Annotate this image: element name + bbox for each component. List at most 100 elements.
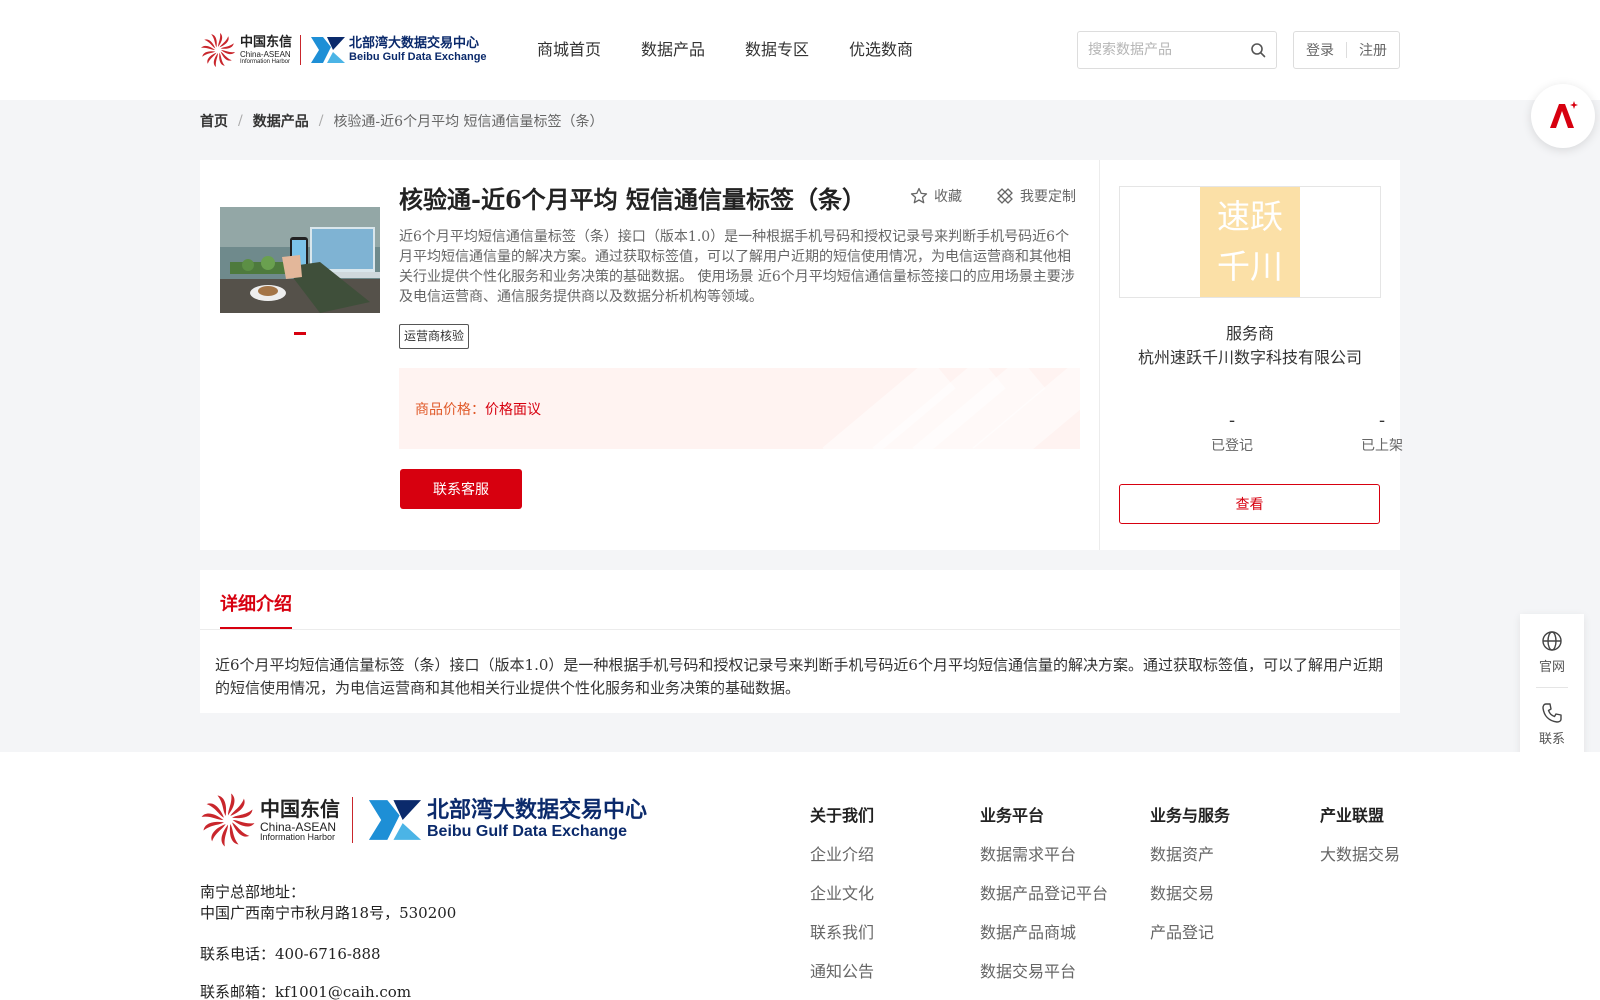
vendor-logo: 速跃 千川 <box>1200 187 1300 297</box>
footer-column-alliance: 产业联盟 大数据交易 <box>1320 802 1400 883</box>
footer-link[interactable]: 数据产品登记平台 <box>980 883 1108 904</box>
nav-item-home[interactable]: 商城首页 <box>537 36 601 60</box>
footer-link[interactable]: 企业介绍 <box>810 844 874 865</box>
email-info: 联系邮箱：kf1001@caih.com <box>200 983 412 1000</box>
globe-icon <box>1542 631 1562 651</box>
vendor-role: 服务商 <box>1225 324 1274 343</box>
search-input[interactable] <box>1078 32 1238 68</box>
phone-icon <box>1542 703 1562 723</box>
favorite-label: 收藏 <box>934 189 962 205</box>
logo-bg-line2: Beibu Gulf Data Exchange <box>349 51 487 63</box>
footer-link[interactable]: 大数据交易 <box>1320 844 1400 865</box>
registered-label: 已登记 <box>1211 438 1253 454</box>
star-icon <box>910 187 928 204</box>
footer-link[interactable]: 数据交易 <box>1150 883 1230 904</box>
footer-column-services: 业务与服务 数据资产 数据交易 产品登记 <box>1150 802 1230 961</box>
detail-body: 近6个月平均短信通信量标签（条）接口（版本1.0）是一种根据手机号码和授权记录号… <box>215 656 1383 697</box>
vendor-logo-line2: 千川 <box>1217 247 1283 286</box>
footer-column-title: 产业联盟 <box>1320 806 1385 825</box>
register-link[interactable]: 注册 <box>1359 40 1387 60</box>
logo-cn-line2: China-ASEAN <box>240 49 291 59</box>
footer-column-title: 关于我们 <box>810 806 875 825</box>
breadcrumb-products[interactable]: 数据产品 <box>253 111 309 131</box>
china-asean-logo-icon <box>201 793 255 847</box>
footer-contact-info: 南宁总部地址： 中国广西南宁市秋月路18号，530200 联系电话：400-67… <box>200 882 456 1000</box>
floating-toolbar: 官网 联系 <box>1520 614 1584 759</box>
search-icon[interactable] <box>1250 42 1266 58</box>
login-link[interactable]: 登录 <box>1306 40 1334 60</box>
site-logo[interactable]: 中国东信 China-ASEAN Information Harbor 北部湾大… <box>200 30 487 70</box>
logo-divider <box>300 35 302 65</box>
phone-info: 联系电话：400-6716-888 <box>200 945 381 963</box>
breadcrumb-current: 核验通-近6个月平均 短信通信量标签（条） <box>333 114 604 130</box>
ai-assistant-icon <box>1550 101 1578 128</box>
tab-detail[interactable]: 详细介绍 <box>220 590 292 616</box>
customize-icon <box>997 188 1013 204</box>
china-asean-wordmark: 中国东信 China-ASEAN Information Harbor <box>240 36 292 65</box>
breadcrumb-home[interactable]: 首页 <box>200 111 228 131</box>
detail-panel: 详细介绍 近6个月平均短信通信量标签（条）接口（版本1.0）是一种根据手机号码和… <box>200 570 1400 713</box>
contact-link[interactable]: 联系 <box>1520 702 1584 747</box>
listed-stat: - 已上架 <box>1342 410 1422 455</box>
search-box <box>1077 31 1277 69</box>
footer-link[interactable]: 数据资产 <box>1150 844 1230 865</box>
footer-link[interactable]: 产品登记 <box>1150 922 1230 943</box>
footer-logo-cn-line1: 中国东信 <box>260 796 340 821</box>
footer-link[interactable]: 企业文化 <box>810 883 874 904</box>
nav-item-zone[interactable]: 数据专区 <box>745 36 809 60</box>
site-footer: 中国东信 China-ASEAN Information Harbor 北部湾大… <box>0 752 1600 1000</box>
logo-cn-line1: 中国东信 <box>240 34 293 50</box>
footer-link[interactable]: 通知公告 <box>810 961 874 982</box>
product-description: 近6个月平均短信通信量标签（条）接口（版本1.0）是一种根据手机号码和授权记录号… <box>399 229 1075 305</box>
footer-column-title: 业务平台 <box>980 806 1045 825</box>
price-value: 价格面议 <box>485 402 541 418</box>
website-link[interactable]: 官网 <box>1520 630 1584 675</box>
footer-logo-bg-line1: 北部湾大数据交易中心 <box>427 798 648 823</box>
breadcrumb-separator: / <box>238 113 243 129</box>
registered-count: - <box>1228 410 1236 431</box>
category-tag: 运营商核验 <box>399 324 470 349</box>
ai-assistant-button[interactable] <box>1531 84 1595 148</box>
main-nav: 商城首页 数据产品 数据专区 优选数商 <box>537 36 913 60</box>
footer-logo-cn-line2: China-ASEAN <box>260 819 337 834</box>
price-row: 商品价格：价格面议 <box>415 399 541 419</box>
nav-item-vendors[interactable]: 优选数商 <box>849 36 913 60</box>
view-vendor-button[interactable]: 查看 <box>1119 484 1380 524</box>
footer-column-platform: 业务平台 数据需求平台 数据产品登记平台 数据产品商城 数据交易平台 <box>980 802 1108 1000</box>
listed-label: 已上架 <box>1361 438 1403 454</box>
footer-link[interactable]: 数据需求平台 <box>980 844 1108 865</box>
toolbar-divider <box>1536 687 1568 688</box>
customize-button[interactable]: 我要定制 <box>996 186 1076 206</box>
website-label: 官网 <box>1538 660 1565 675</box>
footer-link[interactable]: 数据产品商城 <box>980 922 1108 943</box>
address-value: 中国广西南宁市秋月路18号，530200 <box>200 904 457 922</box>
product-image[interactable] <box>220 207 380 313</box>
contact-label: 联系 <box>1538 732 1565 747</box>
beibu-gulf-logo-icon <box>311 37 346 63</box>
logo-bg-line1: 北部湾大数据交易中心 <box>349 36 480 51</box>
favorite-button[interactable]: 收藏 <box>910 186 962 206</box>
footer-logo-divider <box>352 797 353 843</box>
product-title: 核验通-近6个月平均 短信通信量标签（条） <box>399 185 867 214</box>
card-divider <box>1099 160 1100 550</box>
beibu-gulf-wordmark: 北部湾大数据交易中心 Beibu Gulf Data Exchange <box>349 37 487 63</box>
contact-service-button[interactable]: 联系客服 <box>400 469 522 509</box>
site-header: 中国东信 China-ASEAN Information Harbor 北部湾大… <box>0 0 1600 100</box>
footer-logo-cn-line3: Information Harbor <box>260 831 336 842</box>
footer-column-about: 关于我们 企业介绍 企业文化 联系我们 通知公告 <box>810 802 874 1000</box>
footer-link[interactable]: 联系我们 <box>810 922 874 943</box>
breadcrumb-separator: / <box>318 113 324 129</box>
china-asean-logo-icon <box>201 33 235 67</box>
footer-column-title: 业务与服务 <box>1150 806 1231 825</box>
product-photo-icon <box>220 207 380 313</box>
price-label: 商品价格： <box>415 402 485 418</box>
footer-china-asean-wordmark: 中国东信 China-ASEAN Information Harbor <box>260 799 340 842</box>
auth-divider <box>1346 42 1347 58</box>
address-label: 南宁总部地址： <box>200 883 306 901</box>
customize-label: 我要定制 <box>1020 189 1076 205</box>
carousel-indicator[interactable] <box>294 332 306 335</box>
nav-item-products[interactable]: 数据产品 <box>641 36 705 60</box>
footer-logo: 中国东信 China-ASEAN Information Harbor 北部湾大… <box>200 792 647 848</box>
logo-cn-line3: Information Harbor <box>240 58 291 65</box>
footer-link[interactable]: 数据交易平台 <box>980 961 1108 982</box>
